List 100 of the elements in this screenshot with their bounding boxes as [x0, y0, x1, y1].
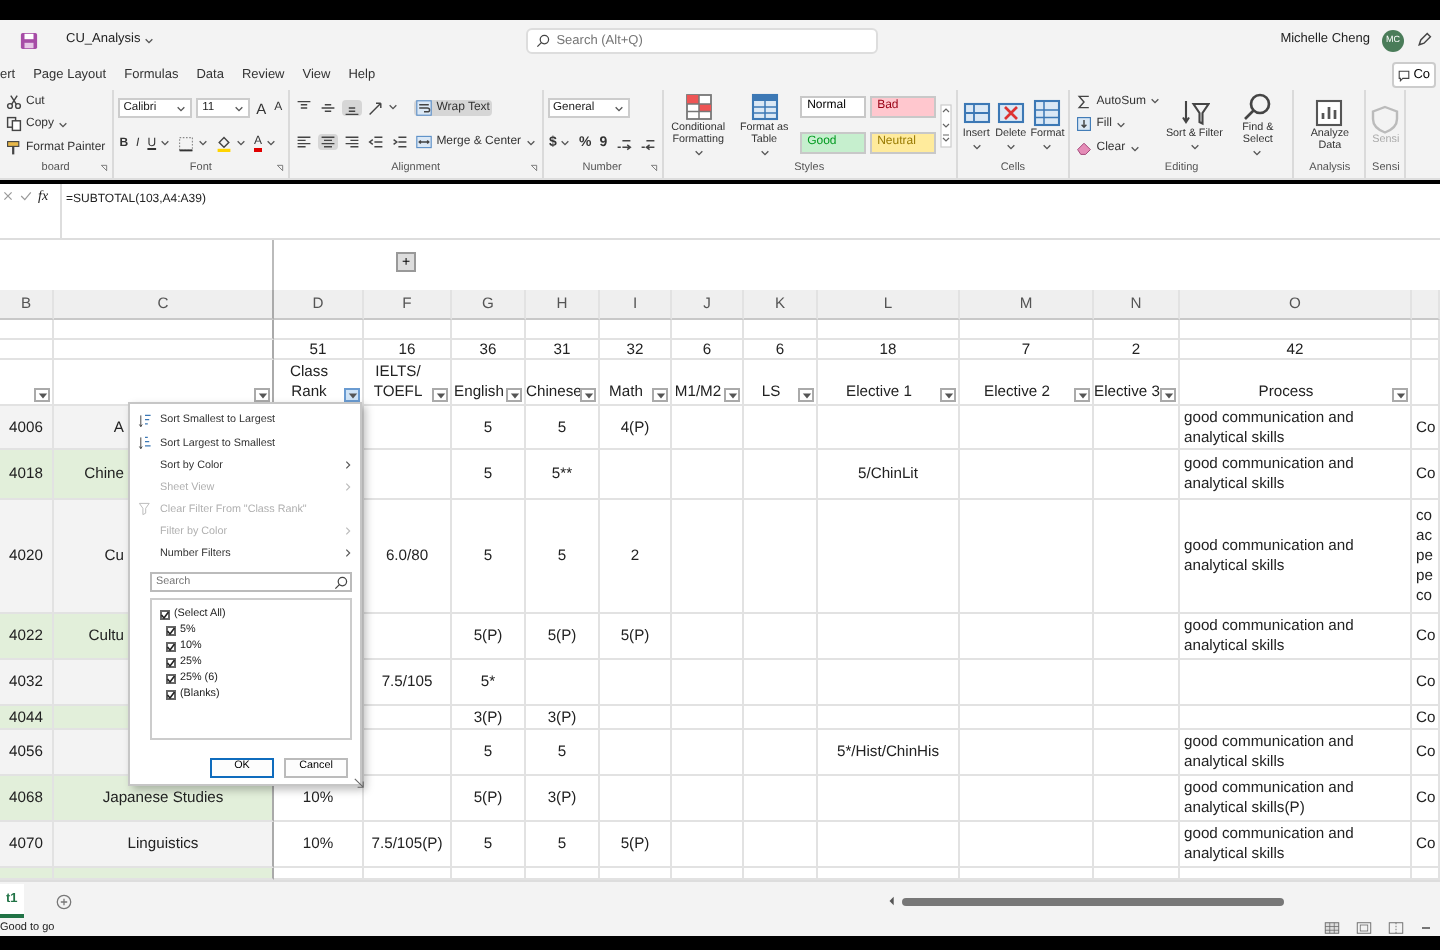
dropdown-arrow-icon [943, 391, 953, 399]
table-cell [364, 730, 452, 776]
filter-button[interactable] [1074, 388, 1090, 402]
caret-icon [1042, 142, 1053, 153]
launcher-icon[interactable] [529, 164, 538, 172]
table-cell [274, 320, 364, 340]
checkbox[interactable] [166, 641, 176, 652]
filter-button[interactable] [1160, 388, 1176, 402]
table-icon [749, 91, 780, 122]
dropdown-arrow-icon [257, 391, 267, 399]
ribbon-button[interactable] [342, 134, 363, 151]
ribbon-button[interactable] [366, 99, 401, 116]
format-cells-icon [1032, 97, 1063, 128]
table-cell [744, 450, 818, 500]
decrease-decimal-icon [639, 135, 656, 152]
caret-icon [160, 138, 171, 149]
ribbon-button[interactable] [176, 135, 211, 152]
cancel-icon[interactable] [2, 190, 14, 202]
table-cell [960, 500, 1094, 614]
launcher-icon[interactable] [99, 164, 108, 172]
table-cell [526, 320, 600, 340]
search-icon [334, 575, 348, 590]
enter-icon[interactable] [20, 190, 32, 202]
pen-icon[interactable] [1416, 32, 1432, 48]
merge-icon [416, 134, 433, 151]
filter-button[interactable] [1392, 388, 1408, 402]
ribbon-button[interactable] [294, 134, 315, 151]
dropdown-arrow-icon [583, 391, 593, 399]
caret-icon [58, 119, 69, 130]
table-cell [672, 730, 744, 776]
table-cell [364, 320, 452, 340]
save-icon[interactable] [20, 31, 38, 49]
align-right-icon [344, 134, 361, 151]
checkbox[interactable] [166, 657, 176, 668]
paintbrush-icon [6, 140, 22, 157]
ribbon-button[interactable] [214, 135, 249, 152]
ribbon-button[interactable] [637, 135, 658, 152]
checkbox[interactable] [166, 689, 176, 700]
add-sheet-icon[interactable] [55, 893, 72, 909]
filter-button[interactable] [254, 388, 270, 402]
table-cell [1094, 500, 1180, 614]
table-cell [1094, 660, 1180, 706]
table-cell [672, 660, 744, 706]
table-cell [600, 776, 672, 822]
table-cell [452, 320, 526, 340]
analyze-data-icon [1314, 97, 1345, 128]
table-cell [960, 822, 1094, 868]
table-cell [744, 706, 818, 730]
filter-button[interactable] [580, 388, 596, 402]
ribbon-button[interactable] [613, 135, 634, 152]
search-icon [1242, 91, 1273, 122]
dropdown-arrow-icon [727, 391, 737, 399]
caret-icon [1149, 96, 1160, 107]
table-cell [1412, 320, 1440, 340]
resize-grip-icon[interactable] [352, 776, 366, 790]
sigma-icon [1076, 93, 1093, 110]
increase-indent-icon [392, 134, 409, 151]
filter-button[interactable] [798, 388, 814, 402]
filter-button[interactable] [432, 388, 448, 402]
delete-cells-icon [995, 97, 1026, 128]
table-cell [600, 450, 672, 500]
checkbox[interactable] [160, 609, 170, 620]
caret-icon [234, 103, 245, 114]
table-cell [1094, 450, 1180, 500]
ribbon-button[interactable] [390, 134, 411, 151]
launcher-icon[interactable] [649, 164, 658, 172]
ribbon-button[interactable] [318, 99, 339, 116]
ribbon-button[interactable] [366, 134, 387, 151]
normal-view-icon[interactable] [1324, 922, 1340, 934]
scrollbar-thumb[interactable] [902, 897, 1284, 905]
table-cell [600, 730, 672, 776]
checkbox[interactable] [166, 673, 176, 684]
zoom-out-icon[interactable] [1420, 924, 1432, 932]
filter-button[interactable] [724, 388, 740, 402]
ribbon-button[interactable] [342, 99, 363, 116]
table-cell [818, 706, 960, 730]
launcher-icon[interactable] [276, 164, 285, 172]
fill-down-icon [1076, 116, 1093, 133]
comment-icon [1397, 69, 1410, 81]
table-cell [744, 822, 818, 868]
page-layout-icon[interactable] [1356, 922, 1372, 934]
dropdown-arrow-icon [347, 391, 357, 399]
copy-icon [6, 116, 22, 133]
scroll-left-icon[interactable] [888, 896, 896, 906]
ribbon-button[interactable] [318, 134, 339, 151]
caret-icon [693, 148, 704, 159]
page-break-icon[interactable] [1388, 922, 1404, 934]
table-cell [364, 450, 452, 500]
filter-button[interactable] [506, 388, 522, 402]
table-cell [960, 450, 1094, 500]
table-cell [1094, 822, 1180, 868]
filter-button[interactable] [34, 388, 50, 402]
gallery-scroll-icon[interactable] [939, 103, 952, 147]
dropdown-arrow-icon [1163, 391, 1173, 399]
decrease-indent-icon [368, 134, 385, 151]
checkbox[interactable] [166, 625, 176, 636]
table-cell [672, 776, 744, 822]
filter-button[interactable] [940, 388, 956, 402]
filter-button[interactable] [344, 388, 360, 402]
filter-button[interactable] [652, 388, 668, 402]
